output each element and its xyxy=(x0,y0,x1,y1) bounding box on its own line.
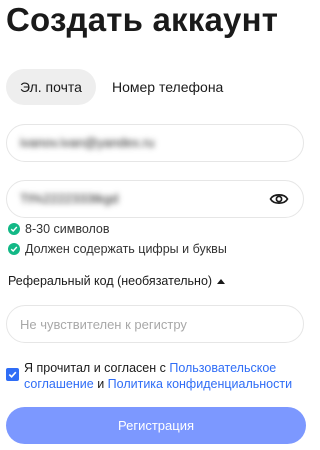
password-rule-text: 8-30 символов xyxy=(25,222,110,236)
email-field[interactable]: ivanov.ivan@yandex.ru xyxy=(6,124,304,162)
password-rule-composition: Должен содержать цифры и буквы xyxy=(8,241,227,257)
password-field[interactable]: Tt%2222333tkgd xyxy=(6,180,304,218)
agreement-text: Я прочитал и согласен с Пользовательское… xyxy=(24,360,306,392)
password-rule-text: Должен содержать цифры и буквы xyxy=(25,242,227,256)
referral-label: Реферальный код (необязательно) xyxy=(8,274,213,288)
email-value: ivanov.ivan@yandex.ru xyxy=(20,135,155,150)
caret-up-icon xyxy=(217,278,226,284)
tab-phone[interactable]: Номер телефона xyxy=(112,69,223,105)
eye-icon[interactable] xyxy=(269,190,289,208)
agreement-prefix: Я прочитал и согласен с xyxy=(24,361,166,375)
referral-placeholder: Не чувствителен к регистру xyxy=(20,317,187,332)
check-circle-icon xyxy=(8,243,20,255)
password-value: Tt%2222333tkgd xyxy=(20,191,119,206)
password-rule-length: 8-30 символов xyxy=(8,221,110,237)
register-button[interactable]: Регистрация xyxy=(6,407,306,444)
privacy-policy-link[interactable]: Политика конфиденциальности xyxy=(108,377,292,391)
referral-toggle[interactable]: Реферальный код (необязательно) xyxy=(8,274,226,288)
page-title: Создать аккаунт xyxy=(6,1,279,38)
agreement-checkbox[interactable] xyxy=(6,368,19,381)
referral-code-input[interactable]: Не чувствителен к регистру xyxy=(6,305,304,343)
check-circle-icon xyxy=(8,223,20,235)
agreement-joiner: и xyxy=(97,377,105,391)
tab-email[interactable]: Эл. почта xyxy=(6,69,96,105)
